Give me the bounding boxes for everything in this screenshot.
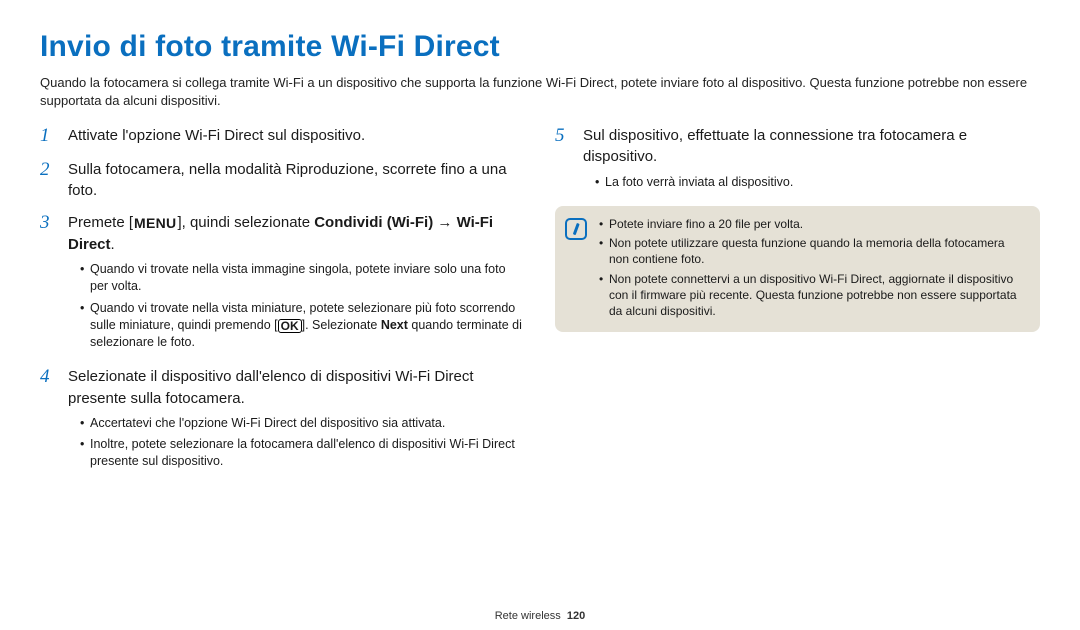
columns: 1 Attivate l'opzione Wi-Fi Direct sul di… <box>40 125 1040 486</box>
step-text: Selezionate il dispositivo dall'elenco d… <box>68 366 525 409</box>
list-item: Quando vi trovate nella vista immagine s… <box>80 261 525 296</box>
step-text: Sul dispositivo, effettuate la connessio… <box>583 125 1040 168</box>
footer-page-number: 120 <box>567 610 585 622</box>
step-text: Premete [MENU], quindi selezionate Condi… <box>68 212 525 255</box>
step-4: 4 Selezionate il dispositivo dall'elenco… <box>40 366 525 474</box>
step-number: 1 <box>40 125 58 148</box>
list-item: Accertatevi che l'opzione Wi-Fi Direct d… <box>80 415 525 432</box>
step-2: 2 Sulla fotocamera, nella modalità Ripro… <box>40 159 525 202</box>
step-1: 1 Attivate l'opzione Wi-Fi Direct sul di… <box>40 125 525 148</box>
step-number: 4 <box>40 366 58 474</box>
note-box: Potete inviare fino a 20 file per volta.… <box>555 206 1040 332</box>
footer-section: Rete wireless <box>495 610 561 622</box>
list-item: Potete inviare fino a 20 file per volta. <box>599 216 1026 232</box>
text-fragment: ]. Selezionate <box>302 318 381 332</box>
right-column: 5 Sul dispositivo, effettuate la conness… <box>555 125 1040 486</box>
step-number: 5 <box>555 125 573 195</box>
step-text: Attivate l'opzione Wi-Fi Direct sul disp… <box>68 125 525 146</box>
sub-list: Accertatevi che l'opzione Wi-Fi Direct d… <box>68 415 525 471</box>
page-footer: Rete wireless 120 <box>0 610 1080 622</box>
step-number: 2 <box>40 159 58 202</box>
bold-text: Next <box>381 318 408 332</box>
note-list: Potete inviare fino a 20 file per volta.… <box>599 216 1026 322</box>
manual-page: Invio di foto tramite Wi-Fi Direct Quand… <box>0 0 1080 630</box>
step-text: Sulla fotocamera, nella modalità Riprodu… <box>68 159 525 202</box>
ok-button-icon: OK <box>278 319 302 333</box>
step-number: 3 <box>40 212 58 355</box>
list-item: Quando vi trovate nella vista miniature,… <box>80 300 525 352</box>
left-column: 1 Attivate l'opzione Wi-Fi Direct sul di… <box>40 125 525 486</box>
text-fragment: ], quindi selezionate <box>177 214 314 231</box>
step-5: 5 Sul dispositivo, effettuate la conness… <box>555 125 1040 195</box>
list-item: La foto verrà inviata al dispositivo. <box>595 174 1040 191</box>
page-title: Invio di foto tramite Wi-Fi Direct <box>40 30 1040 64</box>
sub-list: Quando vi trovate nella vista immagine s… <box>68 261 525 351</box>
sub-list: La foto verrà inviata al dispositivo. <box>583 174 1040 191</box>
intro-text: Quando la fotocamera si collega tramite … <box>40 74 1040 109</box>
menu-button-icon: MENU <box>133 214 177 234</box>
list-item: Non potete connettervi a un dispositivo … <box>599 271 1026 320</box>
text-fragment: . <box>111 236 115 253</box>
list-item: Non potete utilizzare questa funzione qu… <box>599 235 1026 267</box>
note-icon <box>565 218 587 240</box>
bold-text: Condividi (Wi-Fi) <box>314 214 433 231</box>
step-3: 3 Premete [MENU], quindi selezionate Con… <box>40 212 525 355</box>
list-item: Inoltre, potete selezionare la fotocamer… <box>80 436 525 471</box>
text-fragment: Premete [ <box>68 214 133 231</box>
text-fragment: → <box>433 214 456 231</box>
